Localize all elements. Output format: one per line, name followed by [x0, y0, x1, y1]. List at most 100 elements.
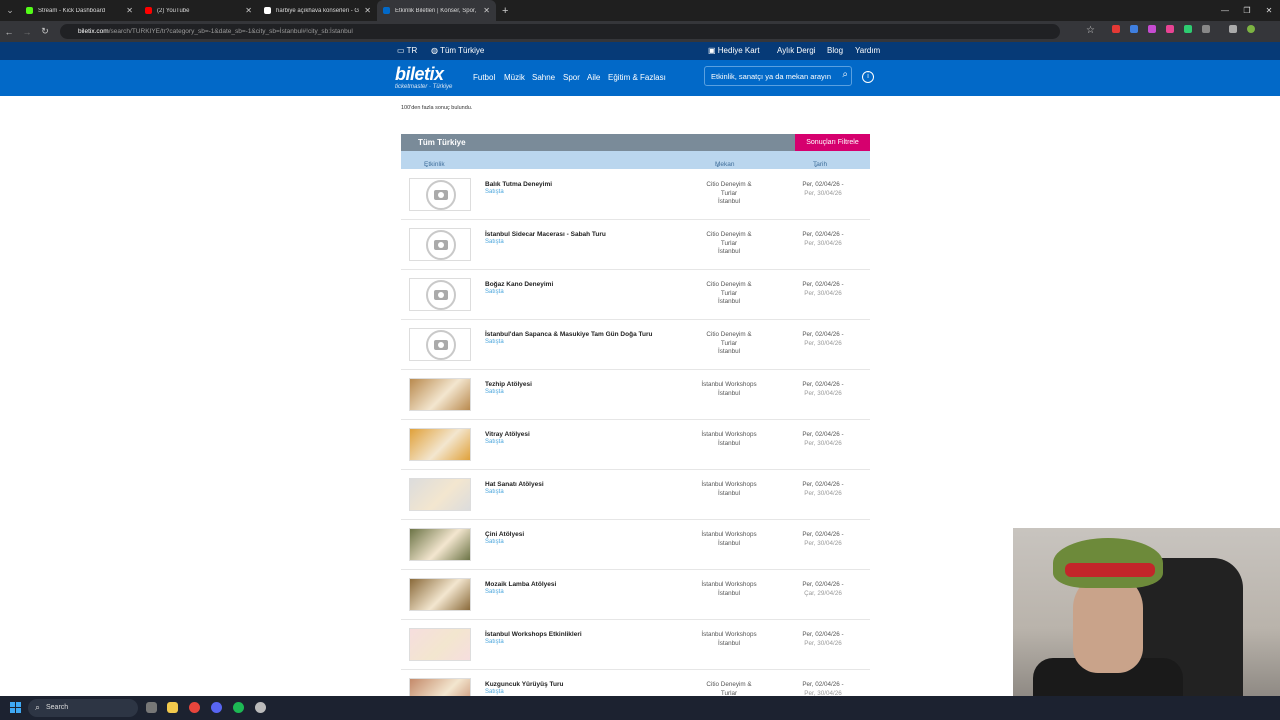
event-row[interactable]: Boğaz Kano Deneyimi Satışta Citio Deneyi… — [401, 270, 870, 320]
event-name-link[interactable]: İstanbul Workshops Etkinlikleri — [485, 631, 582, 638]
event-thumbnail[interactable] — [409, 578, 471, 611]
close-tab-icon[interactable]: ✕ — [245, 6, 252, 15]
event-venue[interactable]: İstanbul Workshops İstanbul — [691, 531, 767, 548]
event-row[interactable]: İstanbul'dan Sapanca & Masukiye Tam Gün … — [401, 320, 870, 370]
event-thumbnail-placeholder[interactable] — [409, 278, 471, 311]
event-name-link[interactable]: Çini Atölyesi — [485, 531, 524, 538]
extension-icon[interactable] — [1184, 25, 1192, 33]
close-tab-icon[interactable]: ✕ — [483, 6, 490, 15]
menu-aile[interactable]: Aile — [587, 73, 600, 82]
biletix-logo[interactable]: biletix ticketmaster · Türkiye — [395, 65, 452, 91]
menu-sahne[interactable]: Sahne — [532, 73, 555, 82]
info-icon[interactable]: i — [862, 71, 874, 83]
event-row[interactable]: Vitray Atölyesi Satışta İstanbul Worksho… — [401, 420, 870, 470]
browser-tab[interactable]: (2) YouTube ✕ — [139, 0, 258, 21]
search-input[interactable]: Etkinlik, sanatçı ya da mekan arayın ⌕ — [704, 66, 852, 86]
event-thumbnail[interactable] — [409, 428, 471, 461]
event-name-link[interactable]: Balık Tutma Deneyimi — [485, 181, 552, 188]
event-date: Per, 02/04/26 - Per, 30/04/26 — [793, 231, 853, 248]
close-tab-icon[interactable]: ✕ — [364, 6, 371, 15]
discord-icon[interactable] — [211, 702, 222, 713]
event-row[interactable]: Hat Sanatı Atölyesi Satışta İstanbul Wor… — [401, 470, 870, 520]
event-venue[interactable]: Citio Deneyim & Turlar İstanbul — [691, 181, 767, 207]
browser-tab[interactable]: harbiye açıkhava konserleri - G ✕ — [258, 0, 377, 21]
event-name-link[interactable]: Boğaz Kano Deneyimi — [485, 281, 553, 288]
event-row[interactable]: Tezhip Atölyesi Satışta İstanbul Worksho… — [401, 370, 870, 420]
event-date-start: Per, 02/04/26 - — [802, 381, 844, 388]
magazine-link[interactable]: Aylık Dergi — [777, 46, 816, 55]
extension-icon[interactable] — [1148, 25, 1156, 33]
event-date: Per, 02/04/26 - Per, 30/04/26 — [793, 431, 853, 448]
profile-avatar[interactable] — [1247, 25, 1255, 33]
event-venue[interactable]: İstanbul Workshops İstanbul — [691, 631, 767, 648]
event-venue[interactable]: Citio Deneyim & Turlar İstanbul — [691, 231, 767, 257]
back-icon[interactable]: ← — [0, 27, 18, 37]
event-date-start: Per, 02/04/26 - — [802, 681, 844, 688]
event-row[interactable]: Mozaik Lamba Atölyesi Satışta İstanbul W… — [401, 570, 870, 620]
event-name-link[interactable]: Mozaik Lamba Atölyesi — [485, 581, 556, 588]
event-name-link[interactable]: Kuzguncuk Yürüyüş Turu — [485, 681, 564, 688]
browser-tab[interactable]: Etkinlik Biletleri | Konser, Spor, ✕ — [377, 0, 496, 21]
event-venue[interactable]: İstanbul Workshops İstanbul — [691, 581, 767, 598]
language-selector[interactable]: ▭ TR — [397, 46, 417, 55]
event-thumbnail-placeholder[interactable] — [409, 228, 471, 261]
blog-link[interactable]: Blog — [827, 46, 843, 55]
event-venue[interactable]: Citio Deneyim & Turlar İstanbul — [691, 331, 767, 357]
help-link[interactable]: Yardım — [855, 46, 880, 55]
event-venue[interactable]: Citio Deneyim & Turlar İstanbul — [691, 281, 767, 307]
close-window-icon[interactable]: ✕ — [1258, 0, 1280, 21]
close-tab-icon[interactable]: ✕ — [126, 6, 133, 15]
extensions-puzzle-icon[interactable] — [1202, 25, 1210, 33]
venue-line: İstanbul — [717, 439, 741, 447]
menu-spor[interactable]: Spor — [563, 73, 580, 82]
event-name-link[interactable]: İstanbul'dan Sapanca & Masukiye Tam Gün … — [485, 331, 652, 338]
tab-search-icon[interactable]: ⌄ — [0, 0, 20, 21]
event-venue[interactable]: İstanbul Workshops İstanbul — [691, 431, 767, 448]
event-thumbnail[interactable] — [409, 628, 471, 661]
forward-icon[interactable]: → — [18, 27, 36, 37]
task-view-icon[interactable] — [146, 702, 157, 713]
windows-start-icon[interactable] — [10, 702, 21, 713]
search-icon[interactable]: ⌕ — [842, 69, 848, 80]
browser-tab[interactable]: Stream - Kick Dashboard ✕ — [20, 0, 139, 21]
event-row[interactable]: Çini Atölyesi Satışta İstanbul Workshops… — [401, 520, 870, 570]
event-name-link[interactable]: Tezhip Atölyesi — [485, 381, 532, 388]
chrome-icon[interactable] — [189, 702, 200, 713]
file-explorer-icon[interactable] — [167, 702, 178, 713]
event-thumbnail-placeholder[interactable] — [409, 328, 471, 361]
app-icon[interactable] — [255, 702, 266, 713]
menu-egitim[interactable]: Eğitim & Fazlası — [608, 73, 666, 82]
event-name-link[interactable]: Hat Sanatı Atölyesi — [485, 481, 544, 488]
event-thumbnail[interactable] — [409, 478, 471, 511]
new-tab-button[interactable]: + — [502, 5, 508, 17]
bookmark-star-icon[interactable]: ☆ — [1086, 25, 1095, 36]
extension-icon[interactable] — [1130, 25, 1138, 33]
menu-muzik[interactable]: Müzik — [504, 73, 525, 82]
event-row[interactable]: İstanbul Workshops Etkinlikleri Satışta … — [401, 620, 870, 670]
taskbar-search[interactable]: ⌕ Search — [28, 699, 138, 717]
filter-results-button[interactable]: Sonuçları Filtrele — [795, 134, 870, 151]
event-row[interactable]: Balık Tutma Deneyimi Satışta Citio Deney… — [401, 170, 870, 220]
event-thumbnail[interactable] — [409, 378, 471, 411]
spotify-icon[interactable] — [233, 702, 244, 713]
menu-futbol[interactable]: Futbol — [473, 73, 495, 82]
region-selector[interactable]: ◍ Tüm Türkiye — [431, 46, 484, 55]
extension-icon[interactable] — [1112, 25, 1120, 33]
minimize-icon[interactable]: — — [1214, 0, 1236, 21]
event-thumbnail-placeholder[interactable] — [409, 178, 471, 211]
extension-icon[interactable] — [1166, 25, 1174, 33]
gift-card-link[interactable]: ▣ Hediye Kart — [708, 46, 760, 55]
tab-title: Stream - Kick Dashboard — [38, 7, 106, 14]
url-field[interactable]: biletix.com/search/TURKIYE/tr?category_s… — [60, 24, 1060, 39]
maximize-icon[interactable]: ❐ — [1236, 0, 1258, 21]
event-date-start: Per, 02/04/26 - — [802, 631, 844, 638]
event-venue[interactable]: İstanbul Workshops İstanbul — [691, 381, 767, 398]
event-name-link[interactable]: Vitray Atölyesi — [485, 431, 530, 438]
event-row[interactable]: İstanbul Sidecar Macerası - Sabah Turu S… — [401, 220, 870, 270]
event-name-link[interactable]: İstanbul Sidecar Macerası - Sabah Turu — [485, 231, 606, 238]
media-control-icon[interactable] — [1229, 25, 1237, 33]
event-date-end: Per, 30/04/26 — [804, 539, 842, 547]
event-thumbnail[interactable] — [409, 528, 471, 561]
event-venue[interactable]: İstanbul Workshops İstanbul — [691, 481, 767, 498]
reload-icon[interactable]: ↻ — [36, 26, 54, 37]
